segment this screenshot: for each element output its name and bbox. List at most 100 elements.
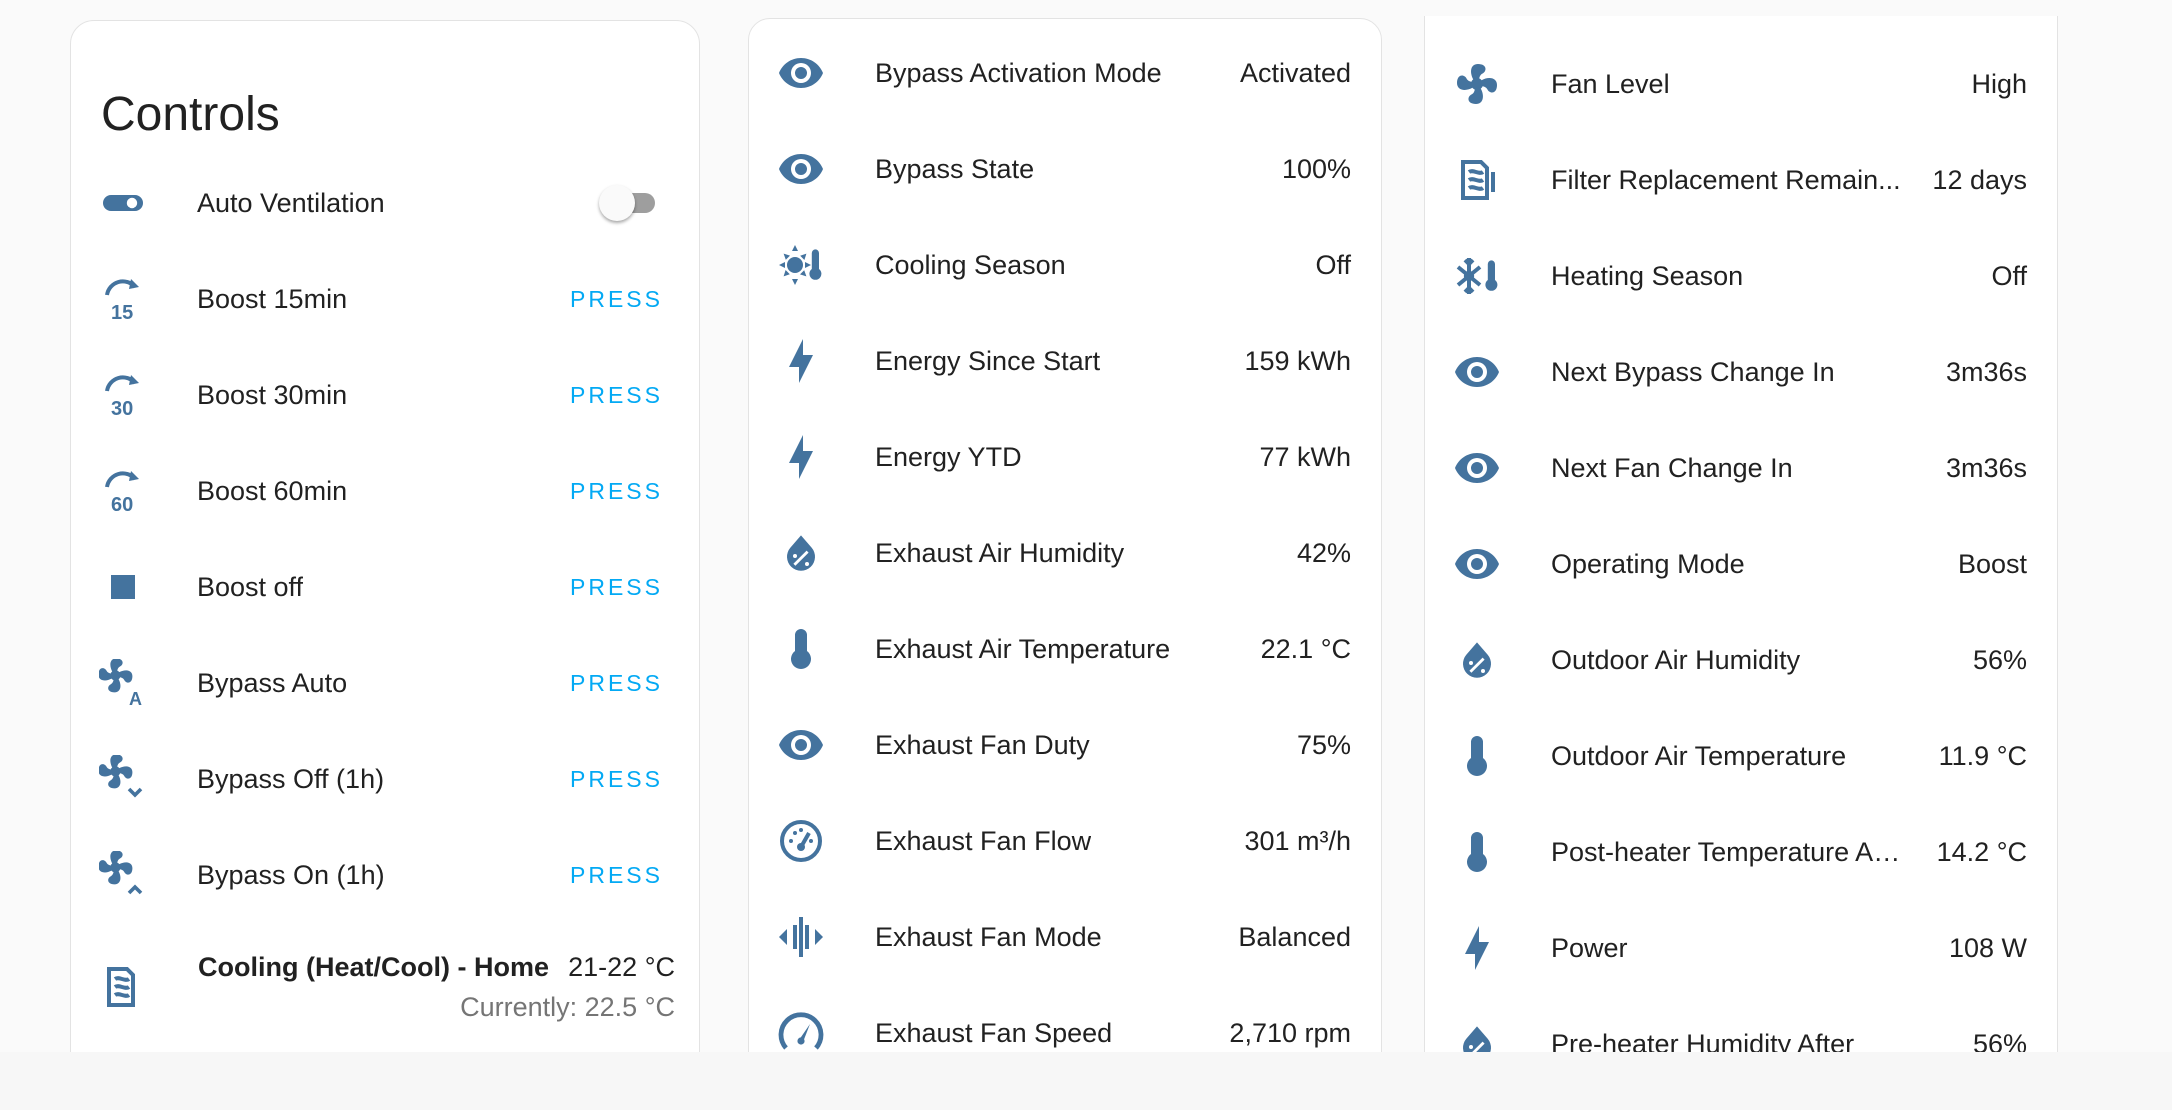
lightning-icon [1453, 924, 1501, 972]
row-bypass-off-1h: Bypass Off (1h) PRESS [71, 731, 699, 827]
sensor-label: Fan Level [1551, 69, 1670, 99]
sensor-value: 14.2 °C [1936, 837, 2027, 867]
press-button-bypass-auto[interactable]: PRESS [570, 667, 663, 699]
sensor-label: Next Bypass Change In [1551, 357, 1835, 387]
sensor-row-heating-season[interactable]: Heating Season Off [1425, 228, 2057, 324]
sensor-label: Exhaust Fan Duty [875, 730, 1090, 760]
row-boost-30min: 30 Boost 30min PRESS [71, 347, 699, 443]
toggle-switch-icon [99, 179, 147, 227]
sensor-row-outdoor-air-humidity[interactable]: Outdoor Air Humidity 56% [1425, 612, 2057, 708]
svg-text:15: 15 [111, 302, 133, 323]
row-label: Boost 30min [197, 380, 348, 410]
row-label: Boost off [197, 572, 304, 602]
sensor-label: Exhaust Fan Mode [875, 922, 1102, 952]
sensor-value: Off [1991, 261, 2027, 291]
eye-icon [1453, 444, 1501, 492]
sensor-value: Off [1315, 250, 1351, 280]
auto-ventilation-toggle[interactable] [599, 185, 661, 221]
row-label: Boost 60min [197, 476, 348, 506]
sensor-value: 77 kWh [1259, 442, 1351, 472]
stop-icon [99, 563, 147, 611]
sensor-value: 56% [1972, 645, 2027, 675]
sensor-label: Energy YTD [875, 442, 1022, 472]
sensor-row-exhaust-fan-flow[interactable]: Exhaust Fan Flow 301 m³/h [749, 793, 1381, 889]
sensor-row-next-fan-change-in[interactable]: Next Fan Change In 3m36s [1425, 420, 2057, 516]
svg-text:60: 60 [111, 494, 133, 515]
sensor-row-next-bypass-change-in[interactable]: Next Bypass Change In 3m36s [1425, 324, 2057, 420]
row-label: Boost 15min [197, 284, 348, 314]
thermometer-icon [777, 625, 825, 673]
eye-icon [777, 145, 825, 193]
sensor-row-bypass-activation-mode[interactable]: Bypass Activation Mode Activated [749, 25, 1381, 121]
sensor-value: 11.9 °C [1938, 741, 2027, 771]
press-button-bypass-off-1h[interactable]: PRESS [570, 763, 663, 795]
lightning-icon [777, 337, 825, 385]
sensor-row-bypass-state[interactable]: Bypass State 100% [749, 121, 1381, 217]
sensor-value: 3m36s [1945, 453, 2027, 483]
press-button-boost-off[interactable]: PRESS [570, 571, 663, 603]
fan-chevron-up-icon [99, 851, 147, 899]
press-button-boost-30min[interactable]: PRESS [570, 379, 663, 411]
speedometer-icon [777, 1009, 825, 1057]
filter-icon [1453, 156, 1501, 204]
sensor-value: 2,710 rpm [1229, 1018, 1351, 1048]
sensors-card-2: Fan Level High Filter Replacement Remain..… [1424, 16, 2058, 1110]
sensors-card-1: Bypass Activation Mode Activated Bypass St… [748, 18, 1382, 1110]
sensor-value: 3m36s [1945, 357, 2027, 387]
row-climate[interactable]: Cooling (Heat/Cool) - Home 21-22 °C Curren… [71, 923, 699, 1033]
sensor-label: Next Fan Change In [1551, 453, 1793, 483]
row-label: Bypass Auto [197, 668, 348, 698]
sensor-row-post-heater-temperature-af[interactable]: Post-heater Temperature Af... 14.2 °C [1425, 804, 2057, 900]
sensor-label: Exhaust Fan Flow [875, 826, 1092, 856]
sensor-label: Bypass Activation Mode [875, 58, 1162, 88]
sensor-row-exhaust-air-humidity[interactable]: Exhaust Air Humidity 42% [749, 505, 1381, 601]
sensor-row-operating-mode[interactable]: Operating Mode Boost [1425, 516, 2057, 612]
sensor-row-energy-ytd[interactable]: Energy YTD 77 kWh [749, 409, 1381, 505]
row-bypass-on-1h: Bypass On (1h) PRESS [71, 827, 699, 923]
humidity-icon [1453, 636, 1501, 684]
sensor-row-filter-replacement-remain[interactable]: Filter Replacement Remain... 12 days [1425, 132, 2057, 228]
row-auto-ventilation: Auto Ventilation [71, 155, 699, 251]
press-button-boost-60min[interactable]: PRESS [570, 475, 663, 507]
sensor-value: 100% [1281, 154, 1351, 184]
sensor-row-fan-level[interactable]: Fan Level High [1425, 36, 2057, 132]
sensor-row-energy-since-start[interactable]: Energy Since Start 159 kWh [749, 313, 1381, 409]
press-button-bypass-on-1h[interactable]: PRESS [570, 859, 663, 891]
sensor-label: Exhaust Fan Speed [875, 1018, 1113, 1048]
eye-icon [1453, 540, 1501, 588]
sensor-label: Cooling Season [875, 250, 1066, 280]
sensor-value: Activated [1239, 58, 1351, 88]
thermometer-icon [1453, 828, 1501, 876]
sensor-row-cooling-season[interactable]: Cooling Season Off [749, 217, 1381, 313]
eye-icon [777, 721, 825, 769]
row-boost-60min: 60 Boost 60min PRESS [71, 443, 699, 539]
snowflake-thermometer-icon [1453, 252, 1501, 300]
fan-auto-icon: A [99, 659, 147, 707]
sensor-label: Heating Season [1551, 261, 1744, 291]
sensor-row-outdoor-air-temperature[interactable]: Outdoor Air Temperature 11.9 °C [1425, 708, 2057, 804]
sensor-row-power[interactable]: Power 108 W [1425, 900, 2057, 996]
fan-icon [1453, 60, 1501, 108]
sensor-label: Exhaust Air Temperature [875, 634, 1171, 664]
press-button-boost-15min[interactable]: PRESS [570, 283, 663, 315]
sensor-value: 12 days [1932, 165, 2027, 195]
sensor-row-exhaust-air-temperature[interactable]: Exhaust Air Temperature 22.1 °C [749, 601, 1381, 697]
lightning-icon [777, 433, 825, 481]
sensor-label: Bypass State [875, 154, 1035, 184]
sensor-label: Post-heater Temperature Af... [1551, 837, 1901, 867]
row-label: Auto Ventilation [197, 188, 385, 218]
sensor-row-exhaust-fan-duty[interactable]: Exhaust Fan Duty 75% [749, 697, 1381, 793]
gauge-icon [777, 817, 825, 865]
controls-card: Controls Auto Ventilation 15 Boost 15min PR… [70, 20, 700, 1110]
sensor-value: Balanced [1238, 922, 1351, 952]
sensor-value: High [1971, 69, 2027, 99]
climate-name: Cooling (Heat/Cool) - Home [198, 952, 549, 982]
sensor-label: Operating Mode [1551, 549, 1745, 579]
sensor-value: 108 W [1948, 933, 2027, 963]
balance-icon [777, 913, 825, 961]
climate-target-range: 21-22 °C [568, 952, 675, 982]
sensor-label: Outdoor Air Humidity [1551, 645, 1801, 675]
sensor-value: 301 m³/h [1244, 826, 1351, 856]
row-label: Bypass Off (1h) [197, 764, 385, 794]
sensor-row-exhaust-fan-mode[interactable]: Exhaust Fan Mode Balanced [749, 889, 1381, 985]
